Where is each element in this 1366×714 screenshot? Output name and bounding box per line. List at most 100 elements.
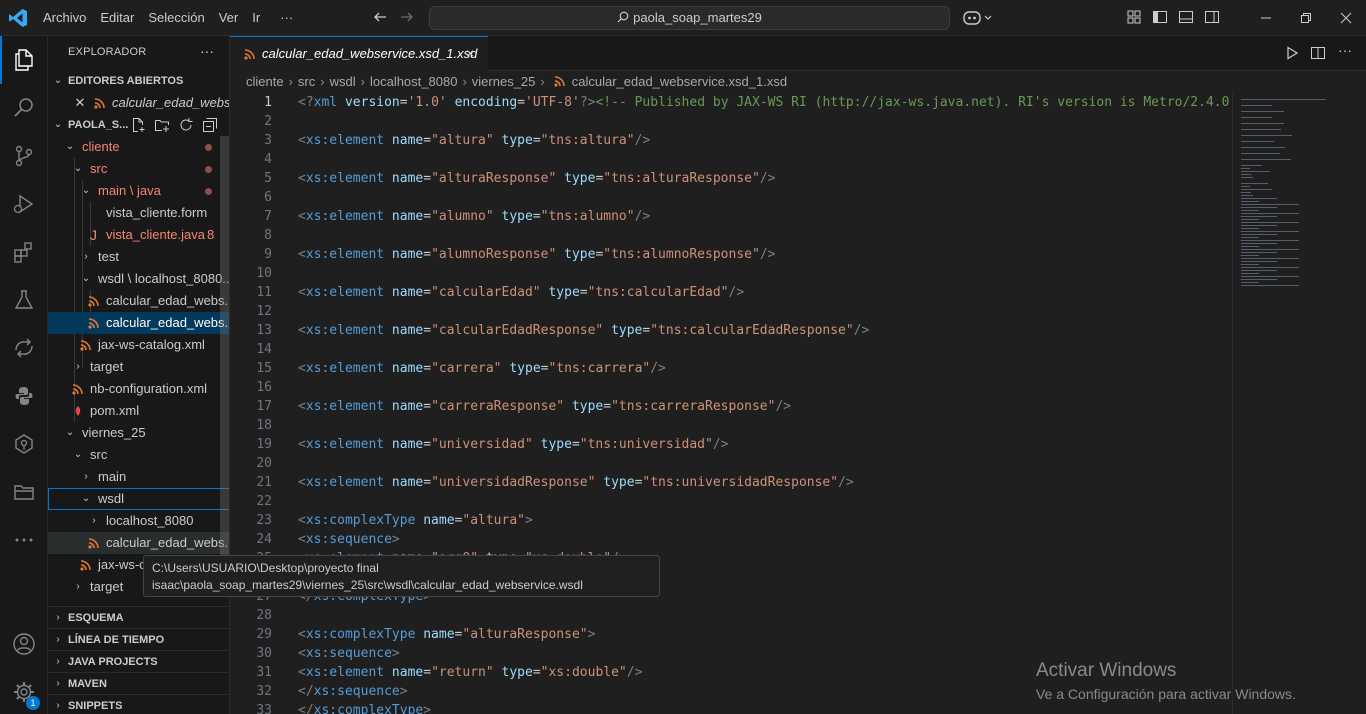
minimap[interactable] [1232, 93, 1366, 714]
code-line[interactable]: <xs:element name="carrera" type="tns:car… [298, 359, 666, 378]
python-icon[interactable] [0, 372, 48, 420]
back-arrow-icon[interactable] [372, 9, 390, 27]
folder-icon[interactable] [0, 468, 48, 516]
code-token: xs:complexType [305, 627, 424, 642]
workspace-header[interactable]: ⌄ PAOLA_S... [48, 114, 229, 136]
watermark-title: Activar Windows [1036, 660, 1177, 681]
tree-label: jax-ws-catalog.xml [98, 337, 205, 352]
breadcrumb-item[interactable]: src [298, 74, 315, 89]
section-java-projects[interactable]: › JAVA PROJECTS [48, 650, 229, 672]
code-line[interactable]: <xs:sequence> [298, 644, 400, 663]
remote-explorer-icon[interactable] [0, 324, 48, 372]
code-line[interactable]: <xs:element name="universidad" type="tns… [298, 435, 729, 454]
tree-folder-src[interactable]: ⌄ src [48, 158, 229, 180]
menu-seleccion[interactable]: Selección [141, 0, 211, 36]
section-maven[interactable]: › MAVEN [48, 672, 229, 694]
code-line[interactable]: <xs:element name="calcularEdadResponse" … [298, 321, 869, 340]
menu-archivo[interactable]: Archivo [36, 0, 93, 36]
extensions-icon[interactable] [0, 228, 48, 276]
tree-file-vista-java[interactable]: J vista_cliente.java 8 [48, 224, 229, 246]
tree-folder-src-2[interactable]: ⌄ src [48, 444, 229, 466]
code-line[interactable]: </xs:complexType> [298, 701, 431, 714]
code-line[interactable]: <xs:element name="alumnoResponse" type="… [298, 245, 775, 264]
tree-folder-main-java[interactable]: ⌄ main \ java [48, 180, 229, 202]
menu-more[interactable]: ··· [273, 0, 300, 36]
toggle-secondary-sidebar-icon[interactable] [1204, 9, 1220, 25]
section-timeline[interactable]: › LÍNEA DE TIEMPO [48, 628, 229, 650]
tree-folder-wsdl-2[interactable]: ⌄ wsdl [48, 488, 229, 510]
refresh-icon[interactable] [178, 117, 194, 133]
minimap-line [1241, 135, 1292, 136]
open-editors-header[interactable]: ⌄ EDITORES ABIERTOS [48, 70, 229, 92]
split-editor-icon[interactable] [1310, 45, 1326, 61]
collapse-all-icon[interactable] [202, 117, 218, 133]
code-line[interactable]: <xs:element name="alumno" type="tns:alum… [298, 207, 650, 226]
open-editor-item[interactable]: ✕ calcular_edad_webservice.xsd_1.xsd [48, 92, 229, 114]
forward-arrow-icon[interactable] [399, 9, 417, 27]
tree-file-vista-form[interactable]: vista_cliente.form [48, 202, 229, 224]
menu-ir[interactable]: Ir [245, 0, 267, 36]
section-snippets[interactable]: › SNIPPETS [48, 694, 229, 714]
tree-folder-wsdl-localhost[interactable]: ⌄ wsdl \ localhost_8080... [48, 268, 229, 290]
editor-more-icon[interactable]: ··· [1338, 42, 1352, 58]
tree-folder-target[interactable]: › target [48, 356, 229, 378]
editor-tab-active[interactable]: calcular_edad_webservice.xsd_1.xsd × [230, 36, 488, 71]
source-control-icon[interactable] [0, 132, 48, 180]
code-line[interactable]: <xs:complexType name="altura"> [298, 511, 533, 530]
tree-file-calc-3[interactable]: calcular_edad_webs... [48, 532, 229, 554]
tab-close-icon[interactable]: × [466, 45, 474, 61]
code-line[interactable]: <xs:element name="calcularEdad" type="tn… [298, 283, 744, 302]
explorer-icon[interactable] [0, 36, 48, 84]
menu-editar[interactable]: Editar [93, 0, 141, 36]
toggle-sidebar-icon[interactable] [1152, 9, 1168, 25]
manage-gear-icon[interactable]: 1 [0, 668, 48, 714]
copilot-icon[interactable] [962, 9, 994, 27]
tree-folder-test[interactable]: › test [48, 246, 229, 268]
section-esquema[interactable]: › ESQUEMA [48, 606, 229, 628]
breadcrumb-item[interactable]: calcular_edad_webservice.xsd_1.xsd [572, 74, 787, 89]
tree-file-pom[interactable]: pom.xml [48, 400, 229, 422]
run-icon[interactable] [1284, 45, 1300, 61]
run-debug-icon[interactable] [0, 180, 48, 228]
code-line[interactable]: <xs:sequence> [298, 530, 400, 549]
breadcrumb-item[interactable]: cliente [246, 74, 284, 89]
close-window-icon[interactable] [1326, 0, 1366, 36]
code-line[interactable]: <xs:complexType name="alturaResponse"> [298, 625, 595, 644]
account-icon[interactable] [0, 620, 48, 668]
testing-icon[interactable] [0, 276, 48, 324]
customize-layout-icon[interactable] [1126, 9, 1142, 25]
code-line[interactable]: <xs:element name="altura" type="tns:altu… [298, 131, 650, 150]
code-line[interactable]: <xs:element name="return" type="xs:doubl… [298, 663, 642, 682]
new-folder-icon[interactable] [154, 117, 170, 133]
code-line[interactable]: </xs:sequence> [298, 682, 408, 701]
tree-folder-main-2[interactable]: › main [48, 466, 229, 488]
toggle-panel-icon[interactable] [1178, 9, 1194, 25]
tree-file-calc-2[interactable]: calcular_edad_webs... [48, 312, 229, 334]
code-line[interactable]: <xs:element name="carreraResponse" type=… [298, 397, 791, 416]
restore-icon[interactable] [1286, 0, 1326, 36]
code-line[interactable]: <xs:element name="alturaResponse" type="… [298, 169, 775, 188]
minimize-icon[interactable] [1246, 0, 1286, 36]
close-icon[interactable]: ✕ [72, 92, 88, 114]
search-icon[interactable] [0, 84, 48, 132]
tree-folder-viernes[interactable]: ⌄ viernes_25 [48, 422, 229, 444]
tree-folder-cliente[interactable]: ⌄ cliente [48, 136, 229, 158]
sidebar-more-button[interactable]: ··· [200, 43, 214, 59]
code-line[interactable]: <xs:element name="universidadResponse" t… [298, 473, 854, 492]
menu-ver[interactable]: Ver [212, 0, 246, 36]
more-icon[interactable] [0, 516, 48, 564]
tree-file-calc-1[interactable]: calcular_edad_webs... [48, 290, 229, 312]
breadcrumb-item[interactable]: localhost_8080 [370, 74, 457, 89]
gitlens-icon[interactable] [0, 420, 48, 468]
tree-folder-localhost-2[interactable]: › localhost_8080 [48, 510, 229, 532]
command-center-search[interactable]: paola_soap_martes29 [429, 6, 950, 30]
tree-file-nb-config[interactable]: nb-configuration.xml [48, 378, 229, 400]
tree-file-jax-catalog[interactable]: jax-ws-catalog.xml [48, 334, 229, 356]
code-line[interactable]: <?xml version='1.0' encoding='UTF-8'?><!… [298, 93, 1232, 112]
breadcrumb-item[interactable]: wsdl [330, 74, 356, 89]
vscode-logo-icon[interactable] [8, 8, 28, 28]
code-editor[interactable]: 1 <?xml version='1.0' encoding='UTF-8'?><… [230, 93, 1232, 714]
sidebar-scrollbar[interactable] [220, 136, 229, 576]
breadcrumb-item[interactable]: viernes_25 [472, 74, 536, 89]
new-file-icon[interactable] [130, 117, 146, 133]
